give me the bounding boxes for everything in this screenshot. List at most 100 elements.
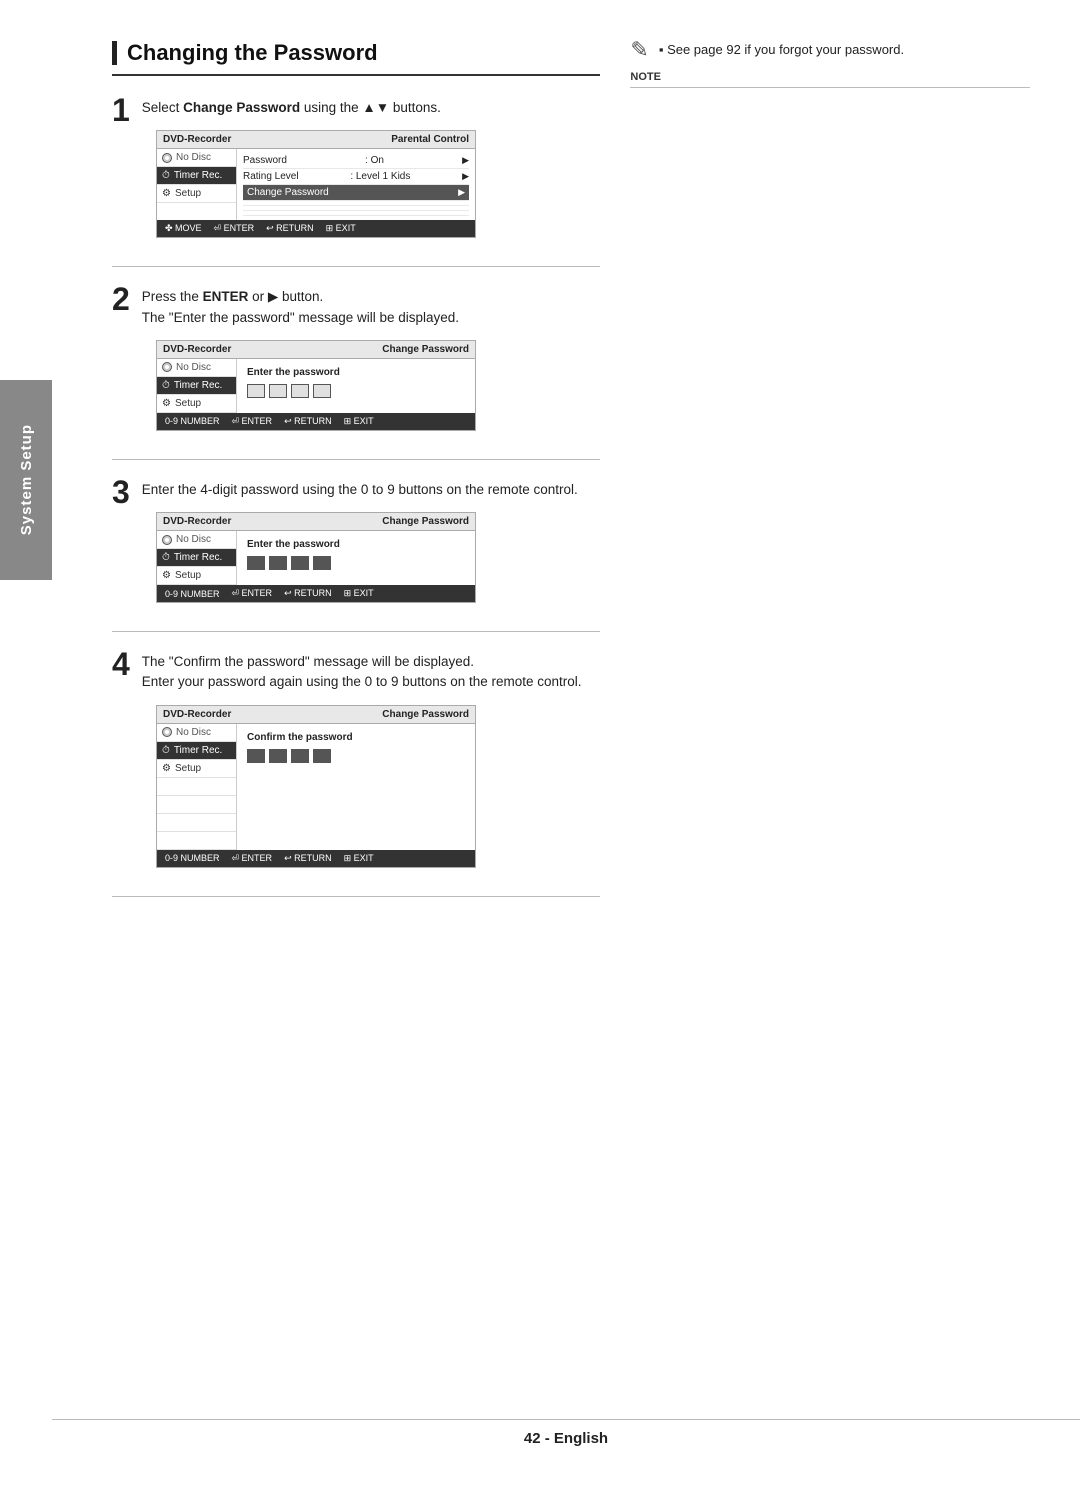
page-footer: 42 - English bbox=[52, 1419, 1080, 1447]
page-container: System Setup Changing the Password 1 Sel… bbox=[0, 0, 1080, 1487]
timer-icon-3: ⏱ bbox=[162, 552, 170, 563]
dvd-s1-setup-label: Setup bbox=[175, 188, 201, 199]
timer-icon: ⏱ bbox=[162, 170, 170, 181]
dvd-s3-menu-setup: ⚙ Setup bbox=[157, 567, 236, 585]
dvd-s3-menu: No Disc ⏱ Timer Rec. ⚙ Setup bbox=[157, 531, 237, 585]
dvd-s4-menu-blank3 bbox=[157, 814, 236, 832]
step-1-text: Select Change Password using the ▲▼ butt… bbox=[142, 98, 601, 118]
dvd-s3-menu-timer: ⏱ Timer Rec. bbox=[157, 549, 236, 567]
step-4-number: 4 bbox=[112, 648, 130, 680]
dvd-s2-pwd-box-1 bbox=[247, 384, 265, 398]
dvd-s1-timer-label: Timer Rec. bbox=[174, 170, 223, 181]
dvd-s3-pwd-boxes bbox=[247, 556, 465, 570]
step-2-subtext: The "Enter the password" message will be… bbox=[142, 310, 459, 325]
dvd-s3-header-right: Change Password bbox=[382, 516, 469, 527]
step-2-text: Press the ENTER or ▶ button. The "Enter … bbox=[142, 287, 601, 328]
gear-icon-2: ⚙ bbox=[162, 398, 171, 409]
section-title: Changing the Password bbox=[112, 40, 600, 76]
dvd-s3-setup-label: Setup bbox=[175, 570, 201, 581]
dvd-s2-footer: 0-9 NUMBER ⏎ ENTER ↩ RETURN ⊞ EXIT bbox=[157, 413, 475, 430]
dvd-screen-3-header: DVD-Recorder Change Password bbox=[157, 513, 475, 531]
step-2: 2 Press the ENTER or ▶ button. The "Ente… bbox=[112, 287, 600, 431]
dvd-s4-footer-enter: ⏎ ENTER bbox=[232, 853, 273, 864]
dvd-s2-pwd-label: Enter the password bbox=[247, 367, 465, 378]
step-3-text: Enter the 4-digit password using the 0 t… bbox=[142, 480, 601, 500]
dvd-s1-pwd-value: : On bbox=[365, 155, 384, 166]
disc-icon bbox=[162, 153, 172, 163]
dvd-s1-rating-value: : Level 1 Kids bbox=[350, 171, 410, 182]
dvd-s2-footer-enter: ⏎ ENTER bbox=[232, 416, 273, 427]
note-icon-row: ✎ ▪ See page 92 if you forgot your passw… bbox=[630, 40, 1030, 63]
dvd-s1-row-rating: Rating Level : Level 1 Kids ▶ bbox=[243, 169, 469, 185]
dvd-screen-1-body: No Disc ⏱ Timer Rec. ⚙ Setup bbox=[157, 149, 475, 220]
dvd-s1-footer-move: ✤ MOVE bbox=[165, 223, 202, 234]
dvd-s1-footer-exit: ⊞ EXIT bbox=[326, 223, 356, 234]
step-3-number: 3 bbox=[112, 476, 130, 508]
dvd-s3-nodisc-label: No Disc bbox=[176, 534, 211, 545]
dvd-s4-header-right: Change Password bbox=[382, 709, 469, 720]
page-title: Changing the Password bbox=[127, 40, 378, 66]
dvd-s2-pwd-boxes bbox=[247, 384, 465, 398]
dvd-s4-footer-num: 0-9 NUMBER bbox=[165, 853, 220, 863]
dvd-s4-footer-exit: ⊞ EXIT bbox=[344, 853, 374, 864]
dvd-s1-menu-nodisc: No Disc bbox=[157, 149, 236, 167]
dvd-screen-4-body: No Disc ⏱ Timer Rec. ⚙ Setup bbox=[157, 724, 475, 850]
dvd-s2-footer-exit: ⊞ EXIT bbox=[344, 416, 374, 427]
gear-icon-3: ⚙ bbox=[162, 570, 171, 581]
step-2-bold: ENTER bbox=[203, 289, 249, 304]
dvd-s3-pwd-box-4 bbox=[313, 556, 331, 570]
dvd-s2-pwd-box-2 bbox=[269, 384, 287, 398]
dvd-s1-footer-enter: ⏎ ENTER bbox=[214, 223, 255, 234]
step-1-bold: Change Password bbox=[183, 100, 300, 115]
step-4: 4 The "Confirm the password" message wil… bbox=[112, 652, 600, 868]
dvd-s1-row-empty3 bbox=[243, 211, 469, 216]
dvd-screen-2: DVD-Recorder Change Password No Disc ⏱ bbox=[156, 340, 476, 431]
dvd-s1-change-label: Change Password bbox=[247, 187, 329, 198]
dvd-s3-pwd-label: Enter the password bbox=[247, 539, 465, 550]
step-4-line2: Enter your password again using the 0 to… bbox=[142, 674, 582, 689]
dvd-s3-header-left: DVD-Recorder bbox=[163, 516, 231, 527]
dvd-s1-menu: No Disc ⏱ Timer Rec. ⚙ Setup bbox=[157, 149, 237, 220]
dvd-s4-header-left: DVD-Recorder bbox=[163, 709, 231, 720]
step-1-after: using the ▲▼ buttons. bbox=[304, 100, 441, 115]
dvd-s2-footer-num: 0-9 NUMBER bbox=[165, 416, 220, 426]
dvd-screen-3-body: No Disc ⏱ Timer Rec. ⚙ Setup bbox=[157, 531, 475, 585]
dvd-s4-pwd-box-2 bbox=[269, 749, 287, 763]
dvd-s2-setup-label: Setup bbox=[175, 398, 201, 409]
note-label: NOTE bbox=[630, 71, 1030, 88]
dvd-screen-3: DVD-Recorder Change Password No Disc ⏱ bbox=[156, 512, 476, 603]
dvd-s1-row-password: Password : On ▶ bbox=[243, 153, 469, 169]
disc-icon-3 bbox=[162, 535, 172, 545]
dvd-s1-footer: ✤ MOVE ⏎ ENTER ↩ RETURN ⊞ EXIT bbox=[157, 220, 475, 237]
dvd-s1-row-change: Change Password ▶ bbox=[243, 185, 469, 201]
dvd-s1-menu-timer: ⏱ Timer Rec. bbox=[157, 167, 236, 185]
dvd-s4-setup-label: Setup bbox=[175, 763, 201, 774]
gear-icon: ⚙ bbox=[162, 188, 171, 199]
step-1-number: 1 bbox=[112, 94, 130, 126]
dvd-s2-pwd-box-3 bbox=[291, 384, 309, 398]
dvd-s4-menu-blank1 bbox=[157, 778, 236, 796]
note-section: ✎ ▪ See page 92 if you forgot your passw… bbox=[630, 40, 1030, 88]
dvd-s4-timer-label: Timer Rec. bbox=[174, 745, 223, 756]
note-pen-icon: ✎ bbox=[630, 37, 648, 63]
step-divider-1 bbox=[112, 266, 600, 267]
dvd-s3-nodisc: No Disc bbox=[157, 531, 236, 549]
dvd-screen-2-body: No Disc ⏱ Timer Rec. ⚙ Setup bbox=[157, 359, 475, 413]
step-3: 3 Enter the 4-digit password using the 0… bbox=[112, 480, 600, 603]
dvd-s3-pwd-box-2 bbox=[269, 556, 287, 570]
dvd-s3-footer-exit: ⊞ EXIT bbox=[344, 588, 374, 599]
dvd-s3-footer-num: 0-9 NUMBER bbox=[165, 589, 220, 599]
page-number: 42 - English bbox=[524, 1430, 608, 1447]
dvd-s4-pwd-label: Confirm the password bbox=[247, 732, 465, 743]
disc-icon-4 bbox=[162, 727, 172, 737]
step-2-after: or ▶ button. bbox=[252, 289, 323, 304]
dvd-s2-menu-timer: ⏱ Timer Rec. bbox=[157, 377, 236, 395]
dvd-s4-pwd-box-4 bbox=[313, 749, 331, 763]
step-4-text: The "Confirm the password" message will … bbox=[142, 652, 601, 693]
dvd-s1-rating-arrow: ▶ bbox=[462, 171, 469, 182]
dvd-s2-nodisc: No Disc bbox=[157, 359, 236, 377]
dvd-s3-timer-label: Timer Rec. bbox=[174, 552, 223, 563]
dvd-s2-pwd-box-4 bbox=[313, 384, 331, 398]
step-4-line1: The "Confirm the password" message will … bbox=[142, 654, 474, 669]
dvd-s3-footer-return: ↩ RETURN bbox=[284, 588, 332, 599]
